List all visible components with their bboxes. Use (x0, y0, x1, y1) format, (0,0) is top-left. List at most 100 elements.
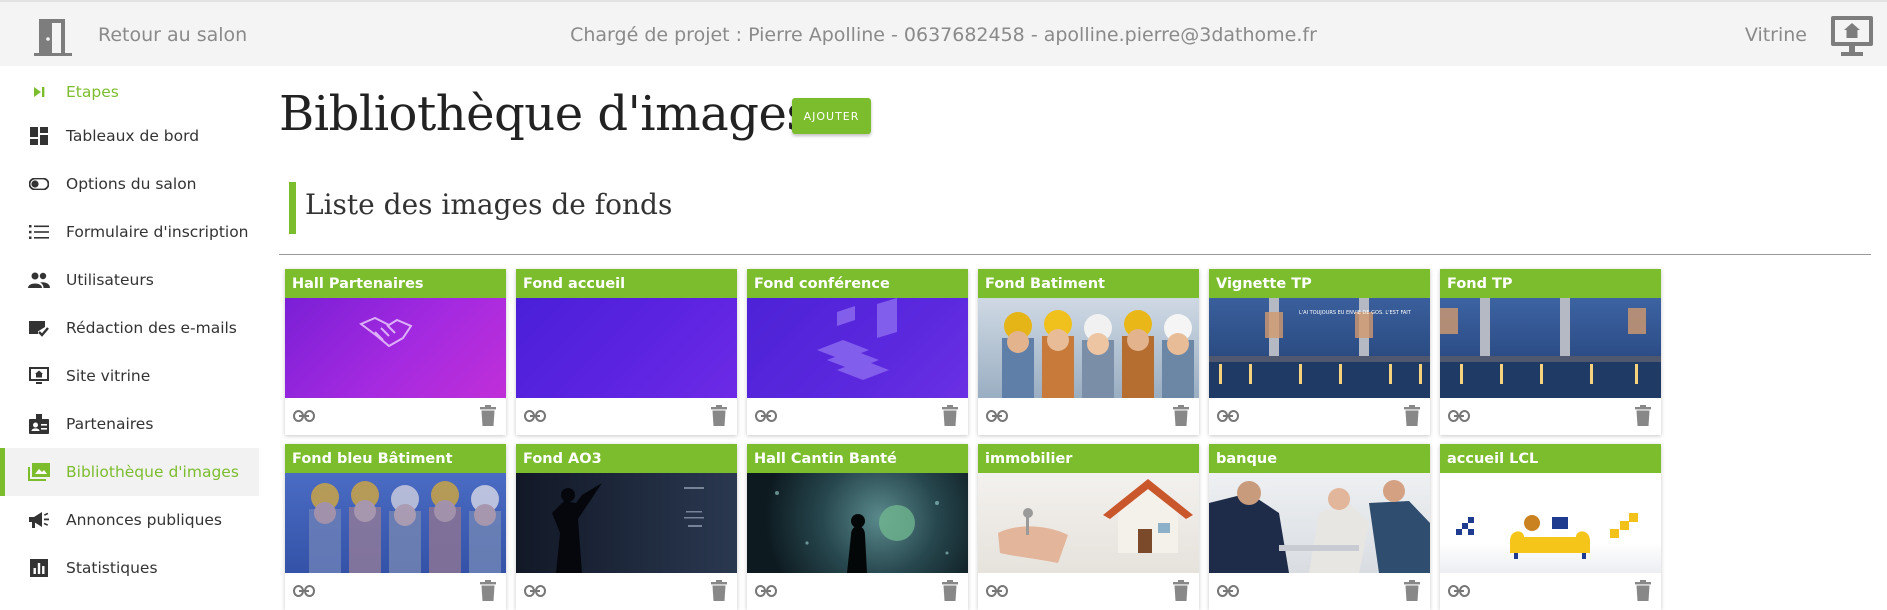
sidebar-item-bibliotheque[interactable]: Bibliothèque d'images (0, 448, 259, 496)
mail-check-icon (28, 317, 50, 339)
link-icon[interactable] (986, 408, 1008, 424)
sidebar-item-label: Partenaires (66, 415, 154, 433)
image-card-actions (747, 573, 968, 610)
sidebar-item-label: Bibliothèque d'images (66, 463, 239, 481)
trash-icon[interactable] (942, 405, 958, 426)
construction-workers-blue-photo (309, 481, 501, 573)
image-card-title: Hall Cantin Banté (747, 444, 968, 473)
link-icon[interactable] (986, 583, 1008, 599)
project-manager-contact: Chargé de projet : Pierre Apolline - 063… (570, 24, 1317, 46)
image-card-actions (1440, 398, 1661, 435)
section-accent-bar (289, 182, 296, 234)
sidebar-item-utilisateurs[interactable]: Utilisateurs (0, 256, 259, 304)
sidebar-item-annonces[interactable]: Annonces publiques (0, 496, 259, 544)
trash-icon[interactable] (1635, 405, 1651, 426)
image-thumbnail[interactable] (285, 298, 506, 398)
image-card-actions (1440, 573, 1661, 610)
sidebar-item-etapes[interactable]: Etapes (0, 72, 259, 112)
trash-icon[interactable] (1173, 580, 1189, 601)
link-icon[interactable] (293, 583, 315, 599)
trash-icon[interactable] (1173, 405, 1189, 426)
image-thumbnail[interactable] (516, 298, 737, 398)
trash-icon[interactable] (1404, 580, 1420, 601)
image-thumbnail[interactable] (978, 298, 1199, 398)
image-card-actions (978, 573, 1199, 610)
conductor-silhouette-photo (552, 483, 704, 573)
link-icon[interactable] (293, 408, 315, 424)
trash-icon[interactable] (480, 405, 496, 426)
image-card: Fond bleu Bâtiment (285, 444, 506, 610)
skip-next-icon (28, 81, 50, 103)
sidebar-item-partenaires[interactable]: Partenaires (0, 400, 259, 448)
trash-icon[interactable] (711, 580, 727, 601)
sidebar-item-label: Rédaction des e-mails (66, 319, 237, 337)
image-card-actions (516, 573, 737, 610)
section-divider (279, 254, 1871, 255)
sidebar-item-label: Etapes (66, 83, 119, 101)
sidebar-item-label: Tableaux de bord (66, 127, 200, 145)
dashboard-icon (28, 125, 50, 147)
link-icon[interactable] (755, 583, 777, 599)
image-thumbnail[interactable] (1440, 298, 1661, 398)
image-card-actions (1209, 573, 1430, 610)
image-thumbnail[interactable] (1209, 473, 1430, 573)
sidebar: Etapes Tableaux de bord Options du salon… (0, 72, 259, 592)
sidebar-item-redaction-emails[interactable]: Rédaction des e-mails (0, 304, 259, 352)
photo-library-icon (28, 461, 50, 483)
thumbnail-caption: L'AI TOUJOURS EU ENVIE DE GOS. L'EST FAI… (1299, 310, 1412, 316)
image-card: immobilier (978, 444, 1199, 610)
image-card-title: Fond conférence (747, 269, 968, 298)
link-icon[interactable] (524, 408, 546, 424)
image-thumbnail[interactable] (747, 298, 968, 398)
image-card-actions (1209, 398, 1430, 435)
trash-icon[interactable] (1404, 405, 1420, 426)
image-card: Fond AO3 (516, 444, 737, 610)
section-title: Liste des images de fonds (305, 188, 673, 221)
image-card-actions (285, 573, 506, 610)
sidebar-item-options-du-salon[interactable]: Options du salon (0, 160, 259, 208)
image-card-actions (516, 398, 737, 435)
vitrine-link[interactable]: Vitrine (1745, 24, 1807, 46)
image-card: accueil LCL (1440, 444, 1661, 610)
monitor-home-icon[interactable] (1829, 14, 1875, 58)
link-icon[interactable] (755, 408, 777, 424)
image-card-actions (285, 398, 506, 435)
trash-icon[interactable] (1635, 580, 1651, 601)
sidebar-item-label: Statistiques (66, 559, 158, 577)
monitor-icon (28, 365, 50, 387)
people-icon (28, 269, 50, 291)
image-card-title: Fond AO3 (516, 444, 737, 473)
sidebar-item-tableaux-de-bord[interactable]: Tableaux de bord (0, 112, 259, 160)
digital-globe-photo (775, 491, 949, 573)
link-icon[interactable] (1448, 408, 1470, 424)
image-thumbnail[interactable]: L'AI TOUJOURS EU ENVIE DE GOS. L'EST FAI… (1209, 298, 1430, 398)
construction-workers-photo (1002, 310, 1194, 398)
image-thumbnail[interactable] (747, 473, 968, 573)
sidebar-item-label: Annonces publiques (66, 511, 223, 529)
trash-icon[interactable] (480, 580, 496, 601)
link-icon[interactable] (524, 583, 546, 599)
link-icon[interactable] (1217, 408, 1239, 424)
sidebar-item-statistiques[interactable]: Statistiques (0, 544, 259, 592)
image-thumbnail[interactable] (978, 473, 1199, 573)
sidebar-item-formulaire[interactable]: Formulaire d'inscription (0, 208, 259, 256)
badge-icon (28, 413, 50, 435)
conference-illustration (817, 298, 897, 380)
image-thumbnail[interactable] (285, 473, 506, 573)
trash-icon[interactable] (711, 405, 727, 426)
image-card: Hall Partenaires (285, 269, 506, 435)
image-card-title: Fond Batiment (978, 269, 1199, 298)
image-card-actions (747, 398, 968, 435)
link-icon[interactable] (1448, 583, 1470, 599)
add-button[interactable]: AJOUTER (792, 98, 871, 134)
image-thumbnail[interactable] (516, 473, 737, 573)
sidebar-item-site-vitrine[interactable]: Site vitrine (0, 352, 259, 400)
trash-icon[interactable] (942, 580, 958, 601)
bridge-night-photo: L'AI TOUJOURS EU ENVIE DE GOS. L'EST FAI… (1209, 298, 1430, 398)
image-thumbnail[interactable] (1440, 473, 1661, 573)
image-card-title: Hall Partenaires (285, 269, 506, 298)
image-card: Fond accueil (516, 269, 737, 435)
image-card-title: Fond TP (1440, 269, 1661, 298)
top-bar: Retour au salon Chargé de projet : Pierr… (0, 0, 1887, 66)
link-icon[interactable] (1217, 583, 1239, 599)
